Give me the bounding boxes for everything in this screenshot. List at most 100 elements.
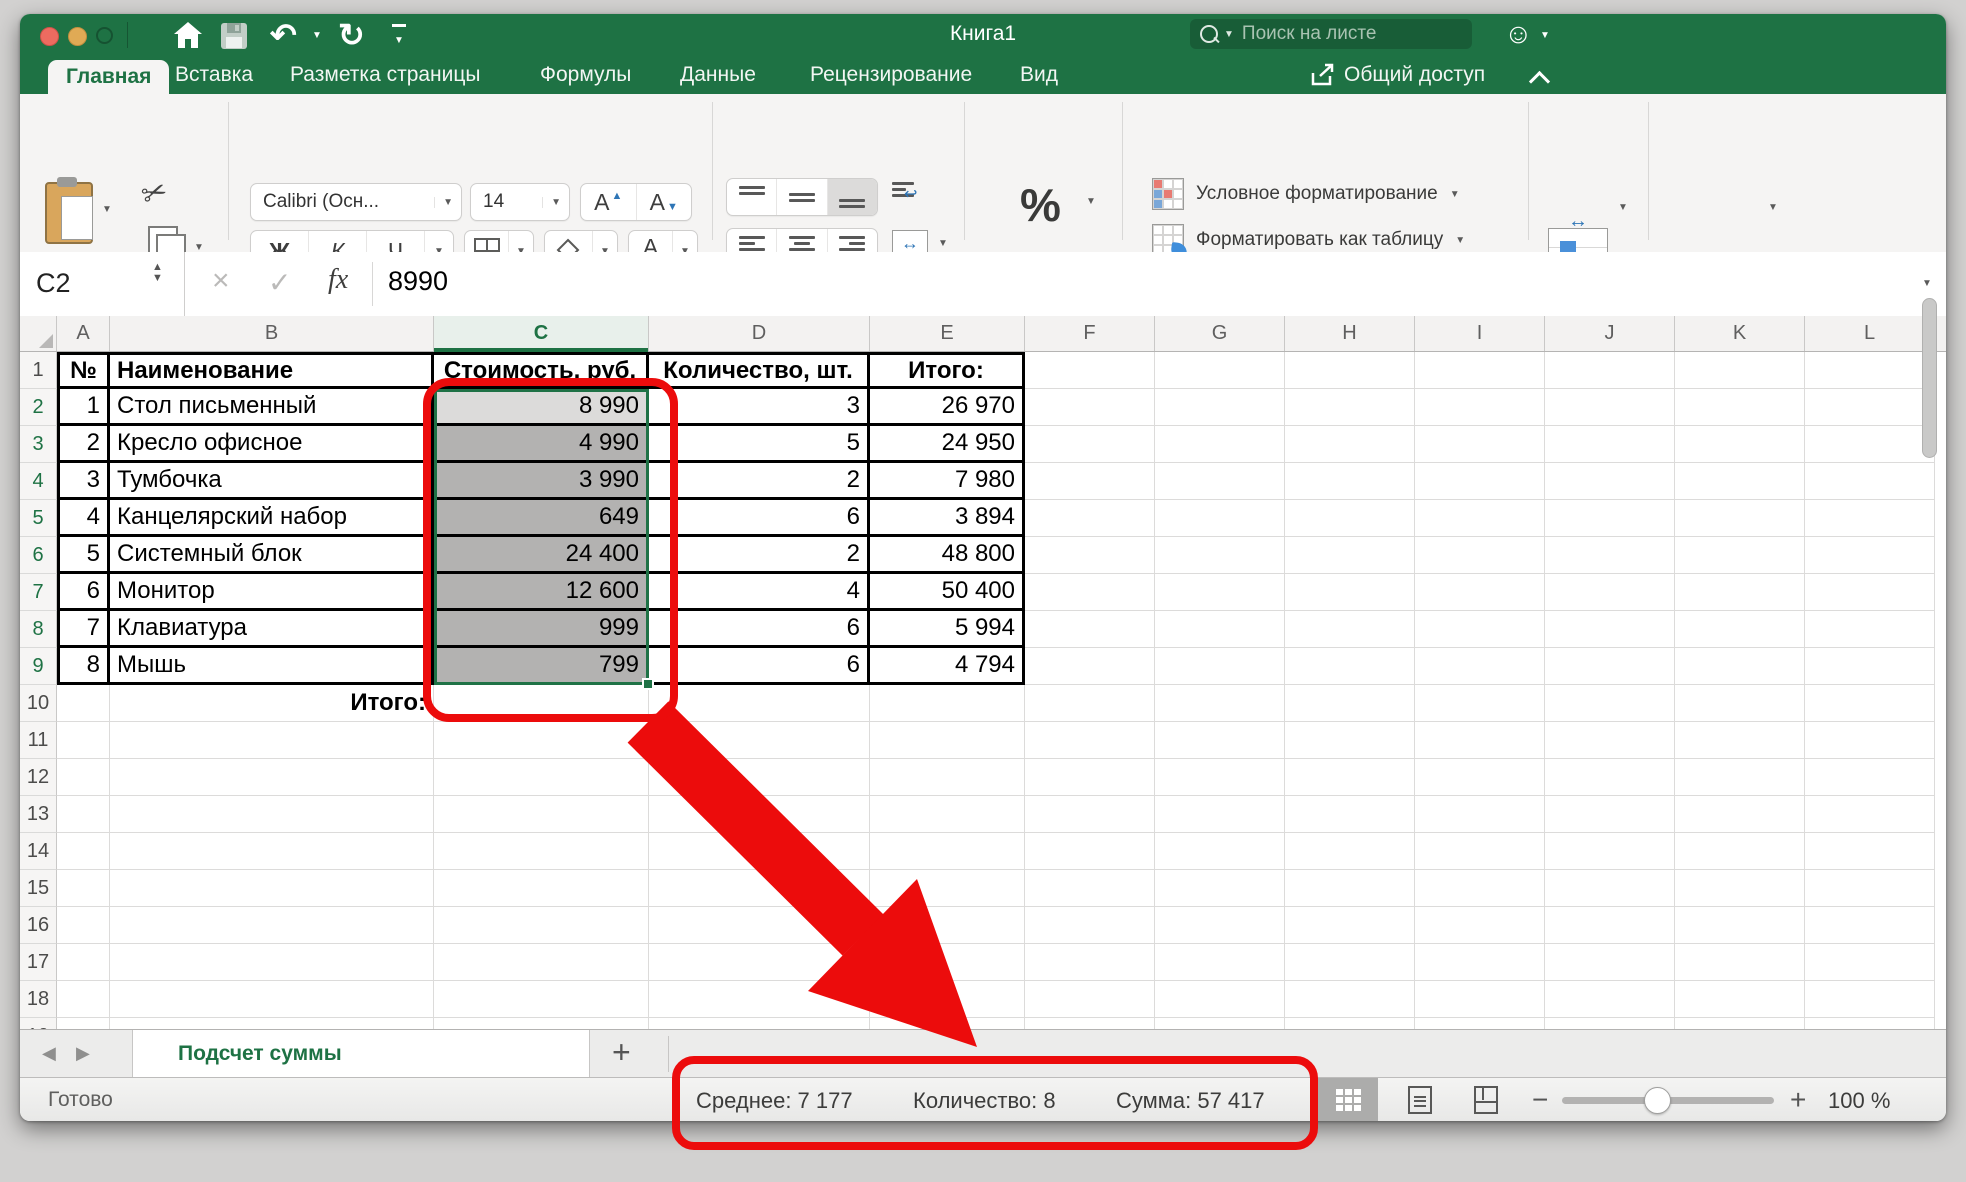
cell-I17[interactable] <box>1415 944 1545 981</box>
next-sheet-icon[interactable]: ▶ <box>76 1043 90 1064</box>
row-header-6[interactable]: 6 <box>20 537 57 574</box>
cell-K6[interactable] <box>1675 537 1805 574</box>
cell-G7[interactable] <box>1155 574 1285 611</box>
cell-G3[interactable] <box>1155 426 1285 463</box>
cell-E10[interactable] <box>870 685 1025 722</box>
zoom-slider-thumb[interactable] <box>1644 1087 1671 1114</box>
cell-C16[interactable] <box>434 907 649 944</box>
feedback-dropdown-icon[interactable]: ▼ <box>1540 30 1550 41</box>
cell-I9[interactable] <box>1415 648 1545 685</box>
cell-B11[interactable] <box>110 722 434 759</box>
cell-H6[interactable] <box>1285 537 1415 574</box>
cell-C15[interactable] <box>434 870 649 907</box>
select-all-corner[interactable] <box>20 316 57 351</box>
row-header-3[interactable]: 3 <box>20 426 57 463</box>
cell-L1[interactable] <box>1805 352 1935 389</box>
cell-E13[interactable] <box>870 796 1025 833</box>
row-header-17[interactable]: 17 <box>20 944 57 981</box>
row-header-5[interactable]: 5 <box>20 500 57 537</box>
cell-A8[interactable]: 7 <box>57 611 110 648</box>
cell-H18[interactable] <box>1285 981 1415 1018</box>
cell-F17[interactable] <box>1025 944 1155 981</box>
formula-bar-expand-icon[interactable]: ▼ <box>1922 278 1932 289</box>
cell-H2[interactable] <box>1285 389 1415 426</box>
cell-K17[interactable] <box>1675 944 1805 981</box>
cell-D17[interactable] <box>649 944 870 981</box>
cell-G18[interactable] <box>1155 981 1285 1018</box>
cell-C12[interactable] <box>434 759 649 796</box>
cell-I5[interactable] <box>1415 500 1545 537</box>
wrap-text-button[interactable]: ↩ <box>892 182 914 204</box>
cell-D13[interactable] <box>649 796 870 833</box>
cell-I7[interactable] <box>1415 574 1545 611</box>
cell-A17[interactable] <box>57 944 110 981</box>
row-header-8[interactable]: 8 <box>20 611 57 648</box>
column-header-L[interactable]: L <box>1805 316 1935 351</box>
cell-K10[interactable] <box>1675 685 1805 722</box>
cell-A15[interactable] <box>57 870 110 907</box>
cut-scissors-icon[interactable]: ✂ <box>137 173 173 214</box>
cell-G6[interactable] <box>1155 537 1285 574</box>
normal-view-button[interactable] <box>1318 1078 1378 1121</box>
cell-D14[interactable] <box>649 833 870 870</box>
cells-dropdown-icon[interactable]: ▼ <box>1618 202 1628 213</box>
cell-L13[interactable] <box>1805 796 1935 833</box>
cell-A4[interactable]: 3 <box>57 463 110 500</box>
cell-I8[interactable] <box>1415 611 1545 648</box>
cell-B1[interactable]: Наименование <box>110 352 434 389</box>
cell-D8[interactable]: 6 <box>649 611 870 648</box>
cell-G15[interactable] <box>1155 870 1285 907</box>
cell-J14[interactable] <box>1545 833 1675 870</box>
name-box[interactable]: C2 ▲▼ <box>20 252 185 316</box>
cell-D9[interactable]: 6 <box>649 648 870 685</box>
row-header-16[interactable]: 16 <box>20 907 57 944</box>
cell-A7[interactable]: 6 <box>57 574 110 611</box>
cell-D2[interactable]: 3 <box>649 389 870 426</box>
cell-I6[interactable] <box>1415 537 1545 574</box>
cell-C19[interactable] <box>434 1018 649 1029</box>
cell-A1[interactable]: № <box>57 352 110 389</box>
cell-A5[interactable]: 4 <box>57 500 110 537</box>
cell-A12[interactable] <box>57 759 110 796</box>
cell-K11[interactable] <box>1675 722 1805 759</box>
cell-B4[interactable]: Тумбочка <box>110 463 434 500</box>
page-break-view-button[interactable] <box>1458 1078 1514 1121</box>
cell-L17[interactable] <box>1805 944 1935 981</box>
row-header-10[interactable]: 10 <box>20 685 57 722</box>
enter-icon[interactable]: ✓ <box>268 266 291 299</box>
row-header-2[interactable]: 2 <box>20 389 57 426</box>
cell-G16[interactable] <box>1155 907 1285 944</box>
cell-K4[interactable] <box>1675 463 1805 500</box>
cell-D16[interactable] <box>649 907 870 944</box>
cell-A3[interactable]: 2 <box>57 426 110 463</box>
cell-L3[interactable] <box>1805 426 1935 463</box>
cell-J11[interactable] <box>1545 722 1675 759</box>
cell-B8[interactable]: Клавиатура <box>110 611 434 648</box>
row-header-9[interactable]: 9 <box>20 648 57 685</box>
cell-F10[interactable] <box>1025 685 1155 722</box>
add-sheet-button[interactable]: + <box>612 1034 631 1071</box>
conditional-formatting-button[interactable]: Условное форматирование ▼ <box>1152 178 1460 210</box>
align-top-button[interactable] <box>727 179 776 215</box>
editing-dropdown-icon[interactable]: ▼ <box>1768 202 1778 213</box>
cell-G19[interactable] <box>1155 1018 1285 1029</box>
cell-L6[interactable] <box>1805 537 1935 574</box>
tab-recenzirovanie[interactable]: Рецензирование <box>810 56 972 94</box>
zoom-in-button[interactable]: + <box>1790 1084 1806 1116</box>
column-header-F[interactable]: F <box>1025 316 1155 351</box>
cell-C4[interactable]: 3 990 <box>434 463 649 500</box>
cell-A14[interactable] <box>57 833 110 870</box>
cell-D10[interactable] <box>649 685 870 722</box>
cell-K13[interactable] <box>1675 796 1805 833</box>
cell-K16[interactable] <box>1675 907 1805 944</box>
cell-L14[interactable] <box>1805 833 1935 870</box>
zoom-out-button[interactable]: − <box>1532 1084 1548 1116</box>
cell-H1[interactable] <box>1285 352 1415 389</box>
cell-E2[interactable]: 26 970 <box>870 389 1025 426</box>
cell-H7[interactable] <box>1285 574 1415 611</box>
cell-B16[interactable] <box>110 907 434 944</box>
cell-I13[interactable] <box>1415 796 1545 833</box>
cell-H8[interactable] <box>1285 611 1415 648</box>
cell-D18[interactable] <box>649 981 870 1018</box>
cell-J2[interactable] <box>1545 389 1675 426</box>
